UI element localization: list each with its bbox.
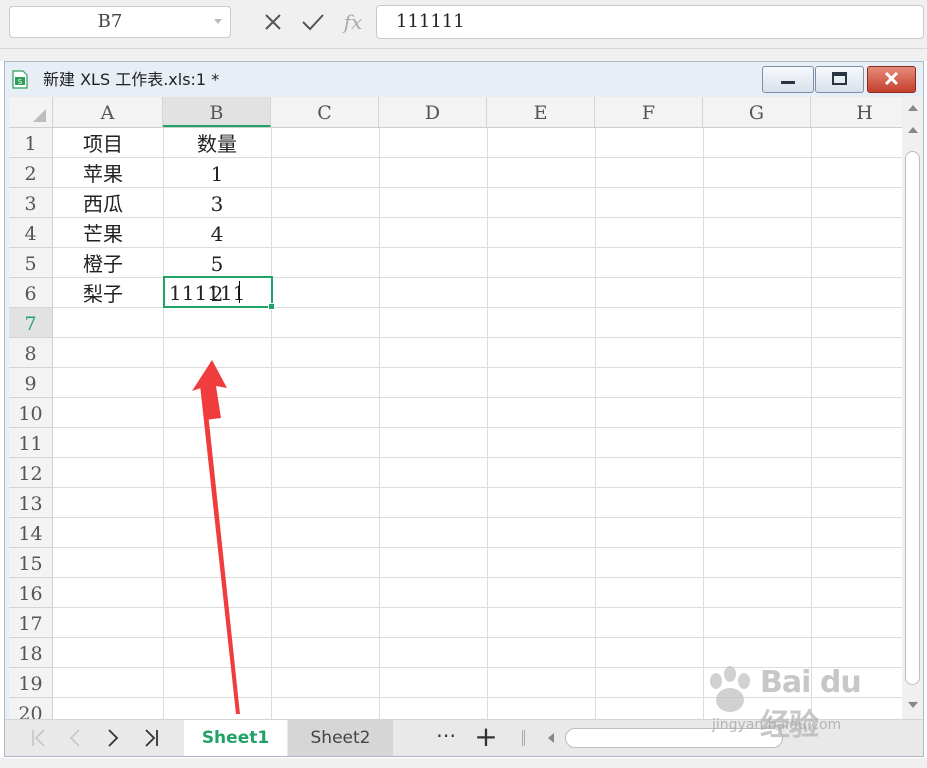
chevron-left-icon (69, 729, 80, 747)
cancel-edit-button[interactable] (259, 8, 287, 36)
column-header-f[interactable]: F (595, 97, 703, 127)
minimize-button[interactable] (762, 66, 814, 93)
svg-text:S: S (18, 78, 23, 86)
row-header-11[interactable]: 11 (9, 428, 52, 458)
sheet-tab-bar: Sheet1 Sheet2 ⋯ + (5, 719, 923, 756)
vertical-scrollbar[interactable] (902, 97, 923, 719)
cell-area[interactable]: 项目 数量 苹果 1 西瓜 3 芒果 4 橙子 5 梨子 2 (53, 128, 902, 719)
row-header-17[interactable]: 17 (9, 608, 52, 638)
spreadsheet-doc-icon: S (12, 70, 28, 89)
window-title: 新建 XLS 工作表.xls:1 * (43, 70, 220, 89)
row-header-5[interactable]: 5 (9, 248, 52, 278)
column-header-c[interactable]: C (271, 97, 379, 127)
close-x-icon (265, 14, 281, 30)
active-cell-b7[interactable]: 111111 (163, 276, 275, 310)
row-header-1[interactable]: 1 (9, 128, 52, 158)
cell-a2[interactable]: 苹果 (83, 158, 143, 188)
row-header-14[interactable]: 14 (9, 518, 52, 548)
toolbar-gap (0, 49, 927, 61)
spreadsheet-grid[interactable]: A B C D E F G H 1 2 3 4 5 6 7 8 9 10 11 … (9, 97, 902, 719)
tab-sheet2[interactable]: Sheet2 (288, 720, 393, 756)
column-headers: A B C D E F G H (9, 97, 902, 128)
scroll-down-button[interactable] (902, 696, 923, 714)
skip-first-icon (32, 729, 45, 747)
column-header-b[interactable]: B (163, 97, 271, 127)
column-header-d[interactable]: D (379, 97, 487, 127)
row-header-18[interactable]: 18 (9, 638, 52, 668)
close-icon (884, 71, 899, 86)
window-titlebar[interactable]: S 新建 XLS 工作表.xls:1 * (5, 62, 923, 96)
row-header-4[interactable]: 4 (9, 218, 52, 248)
select-all-corner[interactable] (9, 97, 53, 127)
cell-b5[interactable]: 5 (163, 248, 271, 278)
row-header-12[interactable]: 12 (9, 458, 52, 488)
fill-handle[interactable] (268, 303, 275, 310)
first-sheet-button[interactable] (21, 720, 57, 756)
cell-b2[interactable]: 1 (163, 158, 271, 188)
row-header-6[interactable]: 6 (9, 278, 52, 308)
row-headers: 1 2 3 4 5 6 7 8 9 10 11 12 13 14 15 16 1… (9, 128, 53, 719)
cell-b1[interactable]: 数量 (163, 128, 271, 158)
next-sheet-button[interactable] (95, 720, 131, 756)
cell-a6[interactable]: 梨子 (83, 278, 143, 308)
active-cell-value: 111111 (169, 281, 246, 305)
cell-a3[interactable]: 西瓜 (83, 188, 143, 218)
row-header-20[interactable]: 20 (9, 698, 52, 719)
name-box[interactable]: B7 (9, 6, 231, 38)
row-header-2[interactable]: 2 (9, 158, 52, 188)
insert-function-button[interactable]: fx (339, 8, 367, 36)
scroll-up-button[interactable] (902, 99, 923, 117)
last-sheet-button[interactable] (133, 720, 169, 756)
column-header-e[interactable]: E (487, 97, 595, 127)
cell-a4[interactable]: 芒果 (83, 218, 143, 248)
skip-last-icon (145, 729, 158, 747)
tab-splitter-handle[interactable] (522, 730, 525, 746)
text-caret (239, 281, 240, 303)
column-header-h[interactable]: H (811, 97, 902, 127)
row-header-19[interactable]: 19 (9, 668, 52, 698)
horizontal-scroll-thumb[interactable] (565, 728, 783, 748)
row-header-8[interactable]: 8 (9, 338, 52, 368)
cell-a1[interactable]: 项目 (83, 128, 143, 158)
row-header-10[interactable]: 10 (9, 398, 52, 428)
row-header-3[interactable]: 3 (9, 188, 52, 218)
confirm-edit-button[interactable] (299, 8, 327, 36)
formula-bar: B7 fx 111111 (0, 0, 927, 49)
formula-input[interactable]: 111111 (376, 5, 924, 39)
triangle-up-icon (907, 105, 918, 111)
close-window-button[interactable] (867, 66, 916, 93)
minimize-icon (781, 81, 795, 84)
name-box-value: B7 (97, 11, 123, 32)
more-sheets-button[interactable]: ⋯ (431, 720, 461, 756)
cell-b4[interactable]: 4 (163, 218, 271, 248)
maximize-button[interactable] (815, 66, 864, 93)
check-icon (302, 14, 324, 31)
cell-a5[interactable]: 橙子 (83, 248, 143, 278)
triangle-down-icon (907, 702, 918, 708)
column-header-g[interactable]: G (703, 97, 811, 127)
prev-sheet-button[interactable] (57, 720, 93, 756)
scroll-up-button-2[interactable] (902, 121, 923, 139)
horizontal-scrollbar[interactable] (537, 726, 877, 750)
row-header-9[interactable]: 9 (9, 368, 52, 398)
chevron-down-icon[interactable] (214, 19, 222, 24)
column-header-a[interactable]: A (53, 97, 163, 127)
row-header-7[interactable]: 7 (9, 308, 52, 338)
row-header-16[interactable]: 16 (9, 578, 52, 608)
triangle-up-icon (907, 127, 918, 133)
triangle-left-icon[interactable] (545, 732, 557, 744)
workbook-window: S 新建 XLS 工作表.xls:1 * A B C D E F G H 1 2… (4, 61, 924, 757)
chevron-right-icon (108, 729, 119, 747)
row-header-13[interactable]: 13 (9, 488, 52, 518)
cell-b3[interactable]: 3 (163, 188, 271, 218)
status-strip (0, 758, 927, 768)
maximize-icon (832, 72, 847, 85)
vertical-scroll-thumb[interactable] (905, 151, 920, 685)
row-header-15[interactable]: 15 (9, 548, 52, 578)
select-all-triangle-icon (33, 109, 46, 122)
add-sheet-button[interactable]: + (471, 720, 501, 756)
tab-sheet1[interactable]: Sheet1 (184, 720, 287, 756)
